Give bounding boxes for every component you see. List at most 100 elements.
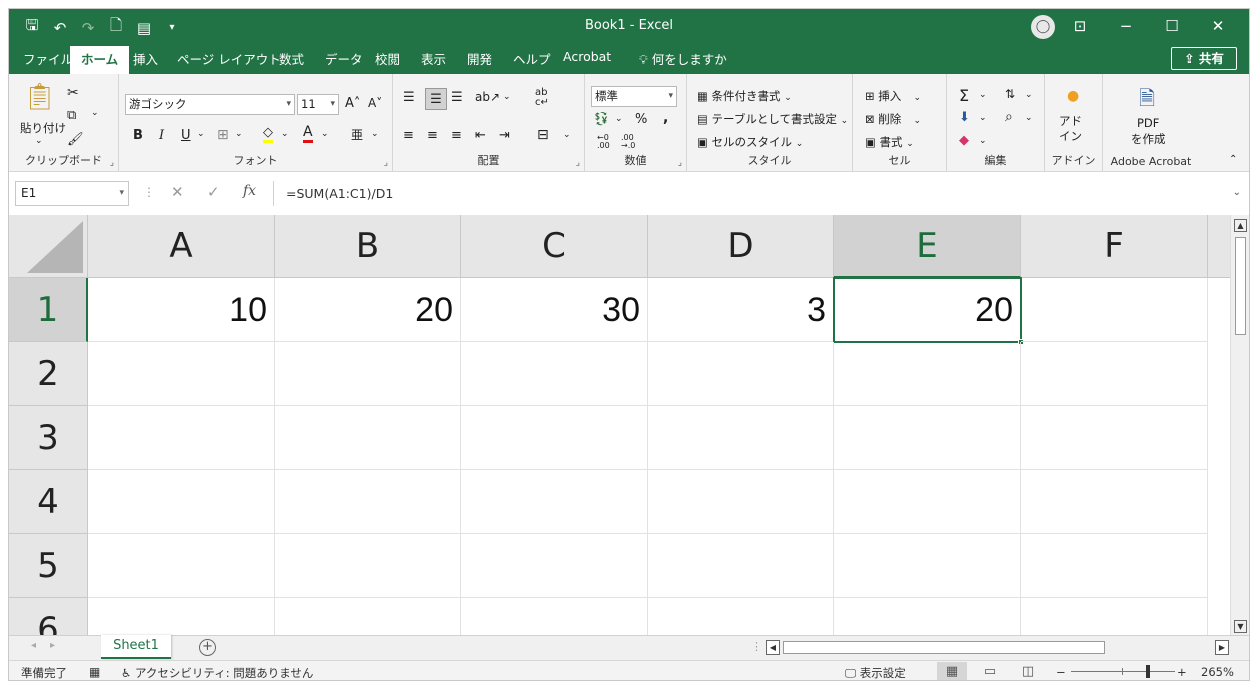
phonetic-dropdown-icon[interactable]: ⌄ <box>371 129 379 139</box>
create-pdf-label-1[interactable]: PDF <box>1137 116 1159 130</box>
align-middle-icon[interactable]: ☰ <box>425 88 447 110</box>
tab-insert[interactable]: 挿入 <box>129 49 162 68</box>
column-header-f[interactable]: F <box>1021 215 1208 278</box>
cell-a2[interactable] <box>88 342 275 406</box>
cell-e3[interactable] <box>834 406 1021 470</box>
ribbon-display-icon[interactable]: ⊡ <box>1057 13 1103 39</box>
cell-b1[interactable]: 20 <box>275 278 461 342</box>
select-all-button[interactable] <box>9 215 88 278</box>
borders-icon[interactable]: ⊞ <box>217 127 229 143</box>
tab-data[interactable]: データ <box>321 49 367 68</box>
tab-help[interactable]: ヘルプ <box>509 49 555 68</box>
tab-file[interactable]: ファイル <box>19 49 77 68</box>
decrease-decimal-icon[interactable]: .00 →.0 <box>621 134 635 150</box>
sort-filter-icon[interactable]: ⇅ <box>1005 87 1015 101</box>
page-break-preview-icon[interactable]: ◫ <box>1013 662 1043 680</box>
cell-a1[interactable]: 10 <box>88 278 275 342</box>
cell-f5[interactable] <box>1021 534 1208 598</box>
maximize-icon[interactable]: ☐ <box>1149 13 1195 39</box>
decrease-indent-icon[interactable]: ⇤ <box>475 128 486 143</box>
cell-d4[interactable] <box>648 470 834 534</box>
row-header-3[interactable]: 3 <box>9 406 88 470</box>
cell-e2[interactable] <box>834 342 1021 406</box>
increase-indent-icon[interactable]: ⇥ <box>499 128 510 143</box>
cell-b6[interactable] <box>275 598 461 635</box>
create-pdf-label-2[interactable]: を作成 <box>1131 131 1166 147</box>
number-launcher-icon[interactable]: ⌟ <box>678 158 682 168</box>
cell-d6[interactable] <box>648 598 834 635</box>
zoom-slider-track[interactable] <box>1071 671 1175 672</box>
cell-c6[interactable] <box>461 598 648 635</box>
merge-dropdown-icon[interactable]: ⌄ <box>563 130 571 140</box>
paste-icon[interactable]: 📋︎ <box>23 82 56 112</box>
horizontal-scroll-thumb[interactable] <box>783 641 1105 654</box>
cell-c2[interactable] <box>461 342 648 406</box>
find-select-icon[interactable]: ⌕ <box>1005 109 1013 125</box>
addins-button[interactable]: アド イン <box>1059 114 1082 144</box>
macro-record-icon[interactable]: ▦ <box>89 665 100 679</box>
scroll-left-icon[interactable]: ◀ <box>766 640 780 655</box>
formula-input[interactable]: =SUM(A1:C1)/D1 <box>273 181 1245 206</box>
cell-c4[interactable] <box>461 470 648 534</box>
accessibility-status[interactable]: ♿︎ アクセシビリティ: 問題ありません <box>121 665 313 680</box>
tab-home[interactable]: ホーム <box>70 46 130 74</box>
cell-b5[interactable] <box>275 534 461 598</box>
sort-filter-dropdown-icon[interactable]: ⌄ <box>1025 90 1033 100</box>
sheet-tab-sheet1[interactable]: Sheet1 <box>101 635 171 659</box>
cell-e5[interactable] <box>834 534 1021 598</box>
format-as-table-button[interactable]: ▤ テーブルとして書式設定 ⌄ <box>697 111 848 127</box>
copy-dropdown-icon[interactable]: ⌄ <box>91 108 99 118</box>
zoom-out-button[interactable]: − <box>1056 665 1066 679</box>
cell-f3[interactable] <box>1021 406 1208 470</box>
insert-function-icon[interactable]: fx <box>243 183 256 199</box>
column-header-e[interactable]: E <box>834 215 1021 278</box>
orientation-dropdown-icon[interactable]: ⌄ <box>503 92 511 102</box>
underline-dropdown-icon[interactable]: ⌄ <box>197 129 205 139</box>
merge-center-icon[interactable]: ⊟ <box>537 127 549 143</box>
fill-color-dropdown-icon[interactable]: ⌄ <box>281 129 289 139</box>
clipboard-launcher-icon[interactable]: ⌟ <box>110 158 114 168</box>
column-header-a[interactable]: A <box>88 215 275 278</box>
share-button[interactable]: ⇪ 共有 <box>1171 47 1237 70</box>
conditional-formatting-button[interactable]: ▦ 条件付き書式 ⌄ <box>697 88 792 104</box>
align-top-icon[interactable]: ☰ <box>403 90 415 105</box>
delete-cells-button[interactable]: ⊠ 削除 ⌄ <box>865 111 921 127</box>
percent-button[interactable]: % <box>635 112 647 127</box>
column-header-b[interactable]: B <box>275 215 461 278</box>
tab-view[interactable]: 表示 <box>417 49 450 68</box>
bold-button[interactable]: B <box>133 128 143 143</box>
currency-icon[interactable]: 💱︎ <box>593 112 610 127</box>
vertical-scroll-thumb[interactable] <box>1235 237 1246 335</box>
shrink-font-icon[interactable]: A˅ <box>368 96 382 110</box>
cell-f4[interactable] <box>1021 470 1208 534</box>
zoom-level[interactable]: 265% <box>1201 665 1234 679</box>
column-header-c[interactable]: C <box>461 215 648 278</box>
add-sheet-button[interactable]: + <box>199 639 216 656</box>
font-name-input[interactable]: 游ゴシック ▾ <box>125 94 295 115</box>
insert-cells-button[interactable]: ⊞ 挿入 ⌄ <box>865 88 921 104</box>
font-color-dropdown-icon[interactable]: ⌄ <box>321 129 329 139</box>
column-header-g[interactable] <box>1208 215 1230 278</box>
cell-d1[interactable]: 3 <box>648 278 834 342</box>
cell-e6[interactable] <box>834 598 1021 635</box>
phonetic-icon[interactable]: 亜 <box>351 126 363 143</box>
autosum-dropdown-icon[interactable]: ⌄ <box>979 90 987 100</box>
cell-e4[interactable] <box>834 470 1021 534</box>
number-format-select[interactable]: 標準 ▾ <box>591 86 677 107</box>
tab-splitter-icon[interactable]: ⋮ <box>751 640 762 653</box>
scroll-down-icon[interactable]: ▼ <box>1234 620 1247 633</box>
close-icon[interactable]: ✕ <box>1195 13 1241 39</box>
cell-c5[interactable] <box>461 534 648 598</box>
wrap-text-icon[interactable]: ab c↵ <box>535 88 551 108</box>
borders-dropdown-icon[interactable]: ⌄ <box>235 129 243 139</box>
tab-acrobat[interactable]: Acrobat <box>559 49 615 64</box>
scroll-up-icon[interactable]: ▲ <box>1234 219 1247 232</box>
normal-view-icon[interactable]: ▦ <box>937 662 967 680</box>
cell-b2[interactable] <box>275 342 461 406</box>
cell-a5[interactable] <box>88 534 275 598</box>
orientation-icon[interactable]: ab↗ <box>475 90 500 104</box>
comma-button[interactable]: , <box>663 110 668 126</box>
cell-c3[interactable] <box>461 406 648 470</box>
cell-a4[interactable] <box>88 470 275 534</box>
copy-icon[interactable]: ⧉ <box>67 108 76 123</box>
